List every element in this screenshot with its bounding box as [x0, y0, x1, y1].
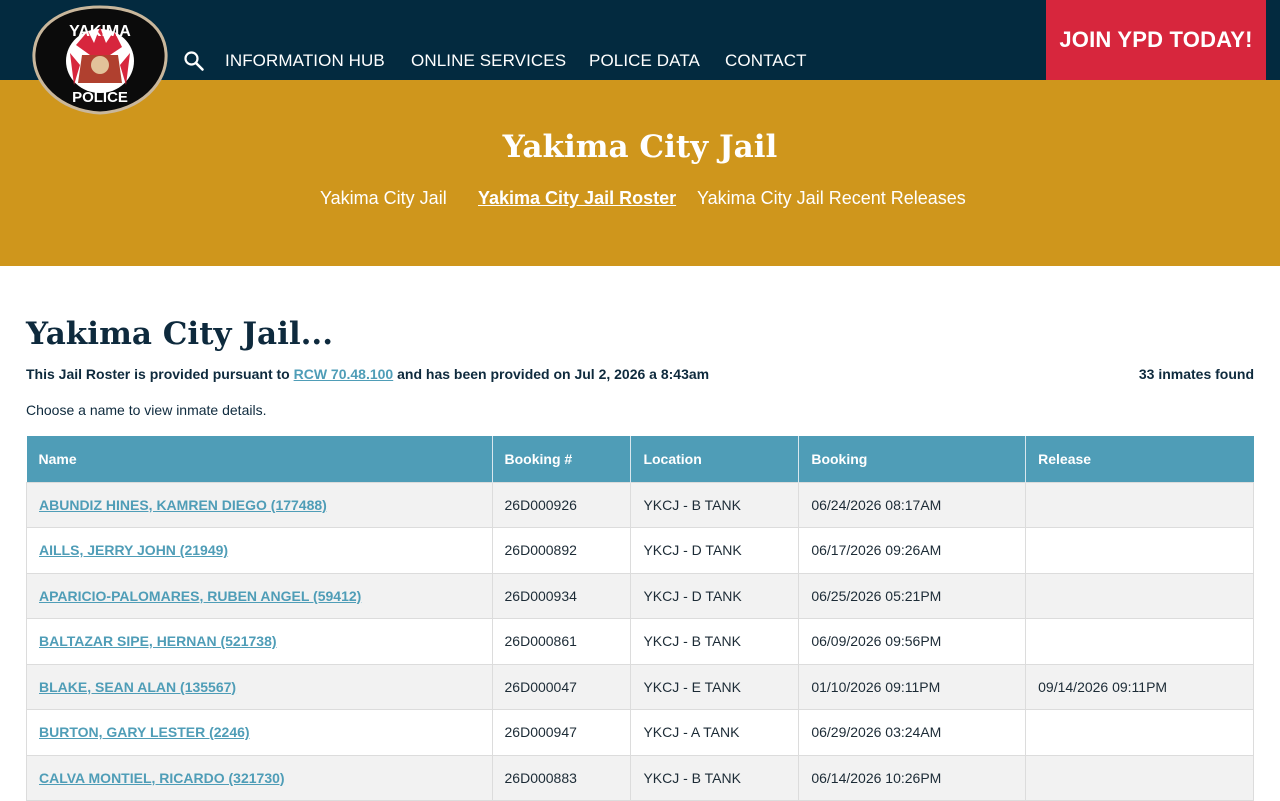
- subnav-yakima-city-jail[interactable]: Yakima City Jail: [320, 188, 447, 209]
- roster-note-prefix: This Jail Roster is provided pursuant to: [26, 366, 294, 382]
- cell-release-date: [1025, 572, 1254, 619]
- cell-location: YKCJ - B TANK: [630, 754, 800, 801]
- cell-name: CALVA MONTIEL, RICARDO (321730): [26, 754, 493, 801]
- cell-location: YKCJ - A TANK: [630, 709, 800, 756]
- cell-release-date: 09/14/2026 09:11PM: [1025, 663, 1254, 710]
- cell-location: YKCJ - E TANK: [630, 663, 800, 710]
- join-ypd-button[interactable]: JOIN YPD TODAY!: [1046, 0, 1266, 80]
- subnav-jail-roster[interactable]: Yakima City Jail Roster: [478, 188, 676, 209]
- subnav-recent-releases[interactable]: Yakima City Jail Recent Releases: [697, 188, 966, 209]
- nav-contact[interactable]: CONTACT: [725, 51, 807, 71]
- cell-name: APARICIO-PALOMARES, RUBEN ANGEL (59412): [26, 572, 493, 619]
- inmate-link[interactable]: BLAKE, SEAN ALAN (135567): [39, 679, 236, 695]
- cell-booking-number: 26D000861: [491, 618, 632, 665]
- police-badge-logo[interactable]: YAKIMA POLICE: [30, 5, 170, 115]
- logo-text-bottom: POLICE: [72, 89, 128, 106]
- cell-booking-number: 26D000934: [491, 572, 632, 619]
- cell-name: ABUNDIZ HINES, KAMREN DIEGO (177488): [26, 481, 493, 528]
- cell-location: YKCJ - B TANK: [630, 481, 800, 528]
- column-header-location[interactable]: Location: [630, 436, 800, 482]
- cell-booking-date: 06/09/2026 09:56PM: [798, 618, 1027, 665]
- table-row: BLAKE, SEAN ALAN (135567) 26D000047 YKCJ…: [26, 663, 1254, 710]
- nav-online-services[interactable]: ONLINE SERVICES: [411, 51, 566, 71]
- search-icon[interactable]: [183, 50, 205, 72]
- cell-booking-number: 26D000892: [491, 527, 632, 574]
- table-row: ABUNDIZ HINES, KAMREN DIEGO (177488) 26D…: [26, 481, 1254, 528]
- nav-information-hub[interactable]: INFORMATION HUB: [225, 51, 385, 71]
- nav-police-data[interactable]: POLICE DATA: [589, 51, 700, 71]
- table-row: APARICIO-PALOMARES, RUBEN ANGEL (59412) …: [26, 572, 1254, 619]
- top-navigation-bar: INFORMATION HUB ONLINE SERVICES POLICE D…: [0, 0, 1280, 80]
- roster-table: Name Booking # Location Booking Release …: [26, 436, 1254, 801]
- column-header-release[interactable]: Release: [1025, 436, 1254, 482]
- cell-booking-number: 26D000926: [491, 481, 632, 528]
- rcw-link[interactable]: RCW 70.48.100: [294, 366, 394, 382]
- cell-location: YKCJ - D TANK: [630, 527, 800, 574]
- column-header-booking-number[interactable]: Booking #: [492, 436, 632, 482]
- table-header-row: Name Booking # Location Booking Release: [26, 436, 1254, 482]
- cell-booking-date: 06/17/2026 09:26AM: [798, 527, 1027, 574]
- cell-booking-number: 26D000883: [491, 754, 632, 801]
- table-row: CALVA MONTIEL, RICARDO (321730) 26D00088…: [26, 754, 1254, 801]
- cell-release-date: [1025, 527, 1254, 574]
- cell-release-date: [1025, 709, 1254, 756]
- inmate-link[interactable]: BURTON, GARY LESTER (2246): [39, 724, 250, 740]
- logo-text-top: YAKIMA: [69, 23, 131, 40]
- hero-title: Yakima City Jail: [502, 129, 778, 165]
- table-row: BURTON, GARY LESTER (2246) 26D000947 YKC…: [26, 709, 1254, 756]
- table-row: BALTAZAR SIPE, HERNAN (521738) 26D000861…: [26, 618, 1254, 665]
- cell-booking-date: 06/14/2026 10:26PM: [798, 754, 1027, 801]
- inmate-link[interactable]: ABUNDIZ HINES, KAMREN DIEGO (177488): [39, 497, 327, 513]
- cell-name: BURTON, GARY LESTER (2246): [26, 709, 493, 756]
- cell-booking-date: 01/10/2026 09:11PM: [798, 663, 1027, 710]
- cell-booking-date: 06/29/2026 03:24AM: [798, 709, 1027, 756]
- cell-location: YKCJ - D TANK: [630, 572, 800, 619]
- roster-note-suffix: and has been provided on Jul 2, 2026 a 8…: [393, 366, 710, 382]
- column-header-booking[interactable]: Booking: [798, 436, 1027, 482]
- page-title: Yakima City Jail...: [26, 316, 334, 352]
- cell-booking-date: 06/25/2026 05:21PM: [798, 572, 1027, 619]
- roster-note: This Jail Roster is provided pursuant to…: [26, 366, 709, 382]
- inmate-link[interactable]: APARICIO-PALOMARES, RUBEN ANGEL (59412): [39, 588, 361, 604]
- cell-booking-number: 26D000947: [491, 709, 632, 756]
- cell-name: BALTAZAR SIPE, HERNAN (521738): [26, 618, 493, 665]
- cell-name: BLAKE, SEAN ALAN (135567): [26, 663, 493, 710]
- cell-booking-date: 06/24/2026 08:17AM: [798, 481, 1027, 528]
- table-row: AILLS, JERRY JOHN (21949) 26D000892 YKCJ…: [26, 527, 1254, 574]
- inmate-link[interactable]: AILLS, JERRY JOHN (21949): [39, 542, 228, 558]
- cell-location: YKCJ - B TANK: [630, 618, 800, 665]
- column-header-name[interactable]: Name: [26, 436, 493, 482]
- cell-release-date: [1025, 754, 1254, 801]
- choose-instruction: Choose a name to view inmate details.: [26, 402, 267, 418]
- inmate-link[interactable]: CALVA MONTIEL, RICARDO (321730): [39, 770, 285, 786]
- hero-banner: Yakima City Jail Yakima City Jail Yakima…: [0, 80, 1280, 266]
- inmate-count: 33 inmates found: [1138, 366, 1254, 382]
- cell-release-date: [1025, 618, 1254, 665]
- inmate-link[interactable]: BALTAZAR SIPE, HERNAN (521738): [39, 633, 277, 649]
- cell-release-date: [1025, 481, 1254, 528]
- cell-name: AILLS, JERRY JOHN (21949): [26, 527, 493, 574]
- cell-booking-number: 26D000047: [491, 663, 632, 710]
